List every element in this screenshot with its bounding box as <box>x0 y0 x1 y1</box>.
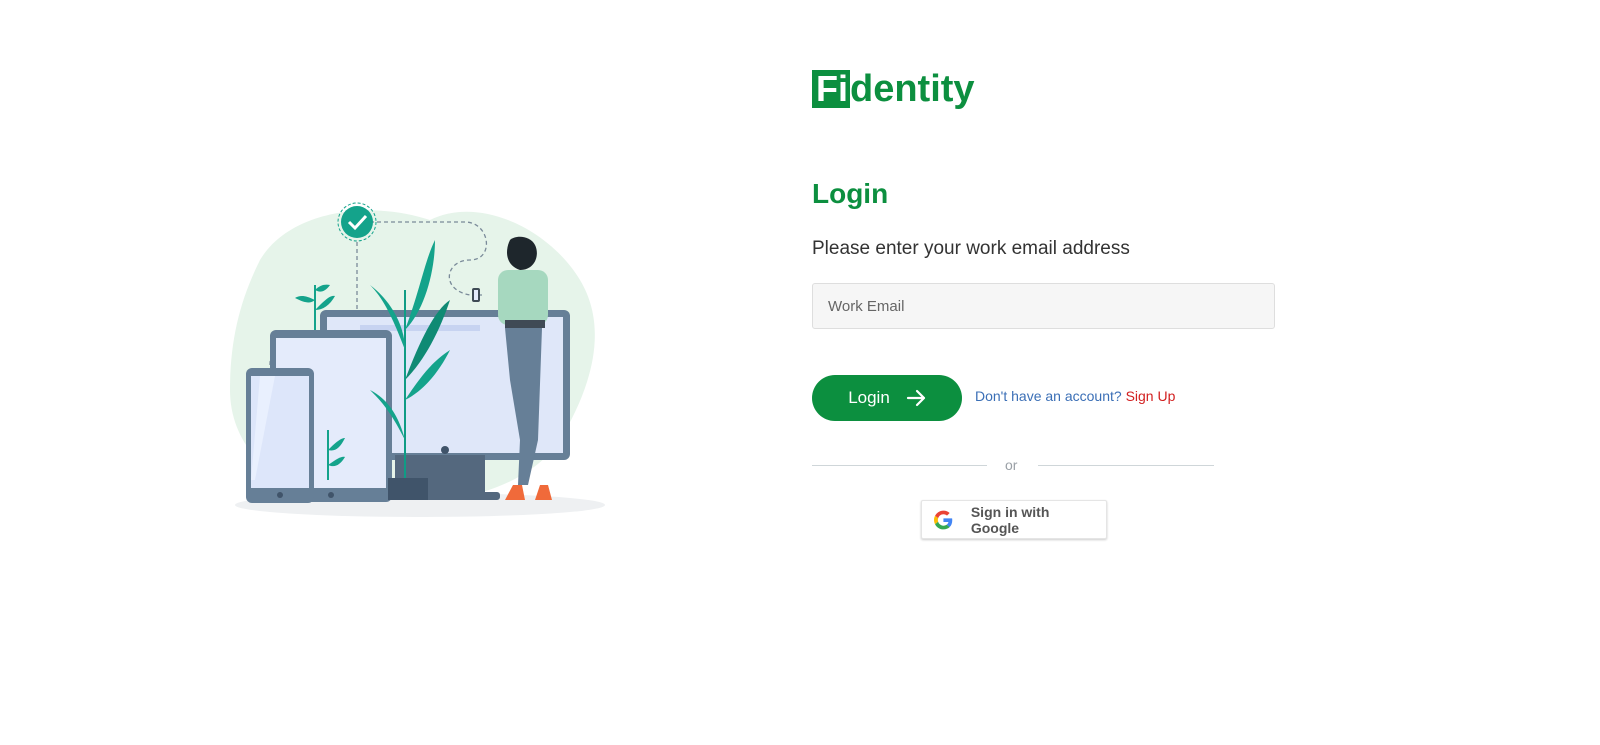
google-signin-label: Sign in with Google <box>970 503 1050 536</box>
divider-left <box>812 465 987 466</box>
logo-mark: Fi <box>812 70 850 108</box>
google-icon <box>934 510 953 529</box>
login-button-label: Login <box>848 388 890 407</box>
login-subtitle: Please enter your work email address <box>812 238 1130 259</box>
signup-prompt-line: Don't have an account? Sign Up <box>975 388 1175 404</box>
brand-logo: Fi dentity <box>812 68 975 110</box>
signup-link[interactable]: Sign Up <box>1126 388 1176 404</box>
google-signin-button[interactable]: Sign in with Google <box>921 500 1107 539</box>
work-email-input[interactable] <box>812 283 1275 329</box>
arrow-right-icon <box>906 389 925 407</box>
logo-text: dentity <box>850 68 975 110</box>
login-title: Login <box>812 178 889 209</box>
divider-or-text: or <box>1005 457 1018 473</box>
logo-mark-text: Fi <box>816 68 848 109</box>
login-illustration <box>230 202 605 517</box>
divider-right <box>1038 465 1214 466</box>
login-button[interactable]: Login <box>812 375 962 421</box>
signup-prompt-text: Don't have an account? <box>975 388 1122 404</box>
